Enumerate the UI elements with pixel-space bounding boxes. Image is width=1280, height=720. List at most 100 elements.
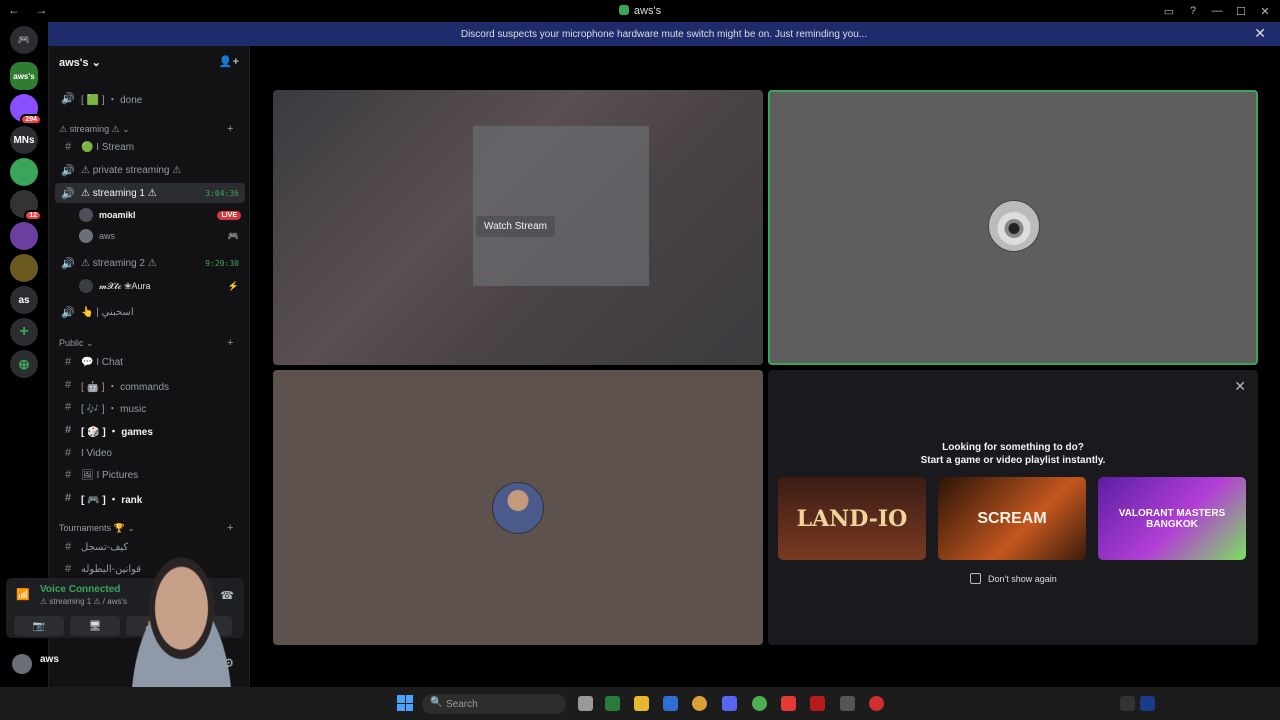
discover-icon[interactable]: ⊕	[10, 350, 38, 378]
category-public[interactable]: Public ⌄ +	[59, 337, 233, 349]
browser-icon[interactable]	[692, 696, 707, 711]
title-bar: ← → aws's ▭ ? — ☐ ✕	[0, 0, 1280, 22]
hash-icon: #	[64, 141, 72, 153]
channel-label: ⚠ streaming 1 ⚠	[81, 187, 157, 199]
mute-warning-banner: Discord suspects your microphone hardwar…	[48, 22, 1280, 46]
text-channel-chat[interactable]: # 💬 I Chat	[55, 352, 245, 372]
window-title-text: aws's	[633, 5, 662, 17]
task-view-icon[interactable]	[578, 696, 593, 711]
app-icon[interactable]	[840, 696, 855, 711]
participant-tile[interactable]	[273, 370, 763, 645]
stream-tile[interactable]: Watch Stream	[273, 90, 763, 365]
speaker-icon: 🔊	[61, 164, 75, 177]
dont-show-label: Don't show again	[988, 574, 1057, 584]
voice-user-aws[interactable]: aws 🎮	[79, 226, 245, 246]
category-streaming[interactable]: ⚠ streaming ⚠ ⌄ +	[59, 123, 233, 135]
live-badge: LIVE	[217, 210, 241, 220]
minimize-button[interactable]: —	[1208, 2, 1226, 20]
close-icon[interactable]: ✕	[1254, 25, 1266, 42]
voice-user-aura[interactable]: 𝓶𝓧𝓽𝓬 ❀Aura ⚡	[79, 276, 245, 296]
user-name: aws	[99, 231, 116, 241]
add-server-icon[interactable]: +	[10, 318, 38, 346]
app-icon[interactable]	[810, 696, 825, 711]
guild-as[interactable]: as	[10, 286, 38, 314]
mention-badge: 12	[24, 210, 42, 221]
activity-card-scream[interactable]: SCREAM	[938, 477, 1086, 560]
youtube-icon[interactable]	[781, 696, 796, 711]
text-channel-pictures[interactable]: # 🖼 I Pictures	[55, 465, 245, 485]
hash-icon: #	[64, 541, 72, 553]
chrome-icon[interactable]	[752, 696, 767, 711]
channel-label: [ 🎮 ] ・ rank	[81, 494, 143, 506]
avatar	[79, 279, 93, 293]
text-channel-games[interactable]: # [ 🎲 ] ・ games	[55, 420, 245, 440]
channel-label: 🖼 I Pictures	[81, 469, 139, 481]
activity-card-landio[interactable]: LAND-IO	[778, 477, 926, 560]
guild-4[interactable]	[10, 158, 38, 186]
channel-label: 💬 I Chat	[81, 356, 123, 368]
voice-status[interactable]: Voice Connected	[40, 584, 120, 595]
guild-7[interactable]	[10, 254, 38, 282]
voice-user-moamikl[interactable]: moamikl LIVE	[79, 205, 245, 225]
app-icon[interactable]	[869, 696, 884, 711]
voice-channel-streaming-2[interactable]: 🔊 ⚠ streaming 2 ⚠ 9:20:30	[55, 253, 245, 273]
add-channel-icon[interactable]: +	[227, 522, 233, 534]
category-label: Tournaments 🏆 ⌄	[59, 523, 135, 533]
activity-card-valorant[interactable]: VALORANT MASTERS BANGKOK	[1098, 477, 1246, 560]
server-header[interactable]: aws's ⌄ 👤+	[49, 46, 249, 78]
voice-channel-private-streaming[interactable]: 🔊 ⚠ private streaming ⚠	[55, 160, 245, 180]
taskbar: 🔍 Search	[0, 687, 1280, 720]
server-icon	[618, 5, 629, 15]
avatar[interactable]	[12, 654, 32, 674]
guild-5[interactable]: 12	[10, 190, 42, 221]
avatar	[79, 208, 93, 222]
close-button[interactable]: ✕	[1256, 2, 1274, 20]
help-icon[interactable]: ?	[1184, 2, 1202, 20]
channel-timer: 9:20:30	[205, 258, 239, 268]
dont-show-checkbox[interactable]	[970, 573, 981, 584]
participant-tile-speaking[interactable]	[768, 90, 1258, 365]
mute-icon: ⚡	[227, 280, 239, 291]
channel-label: [ 🎶 ] ・ music	[81, 403, 147, 415]
category-tournaments[interactable]: Tournaments 🏆 ⌄ +	[59, 522, 233, 534]
discord-icon[interactable]	[722, 696, 737, 711]
user-name[interactable]: aws	[40, 654, 59, 665]
guild-mns[interactable]: MNs	[10, 126, 38, 154]
taskbar-search[interactable]: 🔍 Search	[422, 694, 566, 714]
guild-aws[interactable]: aws's	[10, 62, 38, 90]
hash-icon: #	[64, 424, 72, 436]
text-channel-music[interactable]: # [ 🎶 ] ・ music	[55, 397, 245, 417]
store-icon[interactable]	[663, 696, 678, 711]
windows-start-icon[interactable]	[397, 695, 413, 711]
camera-button[interactable]: 📷	[14, 616, 64, 636]
channel-label: I Video	[81, 447, 112, 459]
add-channel-icon[interactable]: +	[227, 337, 233, 349]
guild-2[interactable]: 294	[10, 94, 42, 125]
invite-icon[interactable]: 👤+	[219, 55, 239, 68]
app-icon[interactable]	[605, 696, 620, 711]
add-channel-icon[interactable]: +	[227, 123, 233, 135]
signal-icon[interactable]: 📶	[16, 588, 30, 601]
voice-channel-done[interactable]: 🔊 [ 🟩 ] ・ done	[55, 88, 245, 108]
text-channel-commands[interactable]: # [ 🤖 ] ・ commands	[55, 375, 245, 395]
voice-channel-streaming-1[interactable]: 🔊 ⚠ streaming 1 ⚠ 3:04:36	[55, 183, 245, 203]
inbox-icon[interactable]: ▭	[1160, 2, 1178, 20]
channel-label: 👆 | اسحبني	[81, 306, 134, 318]
discord-home-icon[interactable]: 🎮	[10, 26, 38, 54]
text-channel-video[interactable]: # I Video	[55, 443, 245, 463]
text-channel-stream[interactable]: # 🟢 I Stream	[55, 137, 245, 157]
watch-stream-button[interactable]: Watch Stream	[476, 216, 555, 237]
tray-icon[interactable]	[1120, 696, 1135, 711]
microphone-icon[interactable]	[1140, 696, 1155, 711]
text-channel-rank[interactable]: # [ 🎮 ] ・ rank	[55, 488, 245, 508]
channel-label: [ 🎲 ] ・ games	[81, 426, 153, 438]
guild-6[interactable]	[10, 222, 38, 250]
channel-label: ⚠ private streaming ⚠	[81, 164, 182, 176]
close-icon[interactable]: ✕	[1234, 378, 1246, 395]
file-explorer-icon[interactable]	[634, 696, 649, 711]
maximize-button[interactable]: ☐	[1232, 2, 1250, 20]
banner-text: Discord suspects your microphone hardwar…	[460, 28, 868, 40]
hash-icon: #	[64, 379, 72, 391]
voice-channel-drag[interactable]: 🔊 👆 | اسحبني	[55, 302, 245, 322]
channel-label: 🟢 I Stream	[81, 141, 135, 153]
